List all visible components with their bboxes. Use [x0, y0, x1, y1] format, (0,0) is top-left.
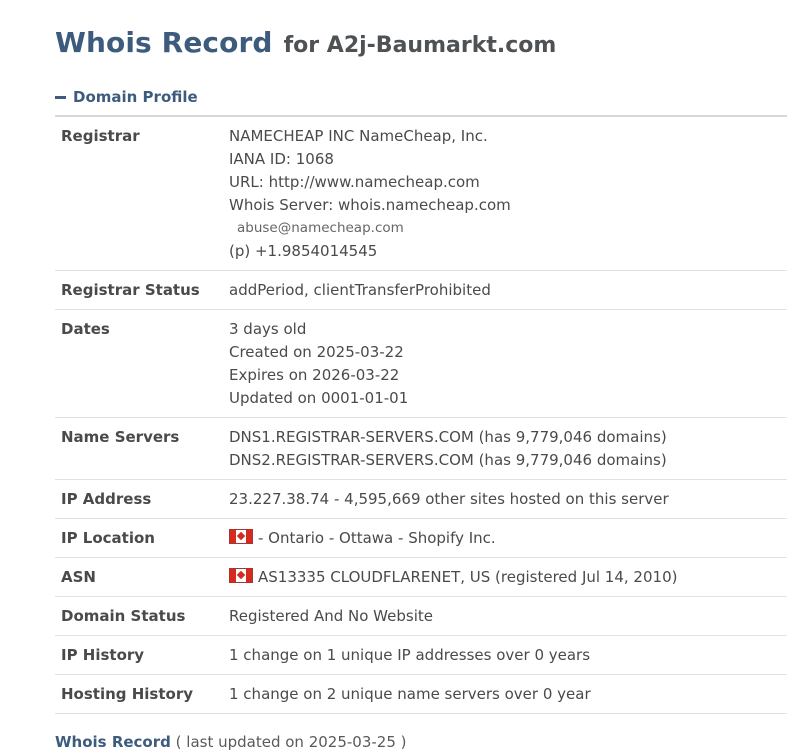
page-subtitle: for A2j-Baumarkt.com: [283, 33, 557, 58]
name-servers-value: DNS1.REGISTRAR-SERVERS.COM (has 9,779,04…: [223, 417, 787, 480]
registrar-phone: (p) +1.9854014545: [229, 242, 378, 260]
expires-date: Expires on 2026-03-22: [229, 366, 400, 384]
registrar-iana: IANA ID: 1068: [229, 150, 334, 168]
page-title: Whois Record: [55, 26, 273, 59]
registrar-name: NAMECHEAP INC NameCheap, Inc.: [229, 127, 488, 145]
ip-address-value: 23.227.38.74 - 4,595,669 other sites hos…: [223, 479, 787, 519]
page-header: Whois Record for A2j-Baumarkt.com: [55, 0, 787, 66]
registrar-status-value: addPeriod, clientTransferProhibited: [223, 270, 787, 310]
whois-record-footer: Whois Record ( last updated on 2025-03-2…: [55, 733, 787, 751]
table-row-asn: ASN AS13335 CLOUDFLARENET, US (registere…: [55, 557, 787, 597]
ip-location-text: - Ontario - Ottawa - Shopify Inc.: [258, 529, 496, 547]
domain-profile-toggle[interactable]: Domain Profile: [55, 88, 787, 106]
registrar-whois-server: Whois Server: whois.namecheap.com: [229, 196, 511, 214]
footer-title: Whois Record: [55, 733, 171, 751]
table-row-name-servers: Name Servers DNS1.REGISTRAR-SERVERS.COM …: [55, 417, 787, 480]
row-label: Registrar Status: [55, 270, 223, 310]
hosting-history-value: 1 change on 2 unique name servers over 0…: [223, 674, 787, 714]
row-label: IP Location: [55, 518, 223, 558]
table-row-ip-history: IP History 1 change on 1 unique IP addre…: [55, 635, 787, 675]
canada-flag-icon: [229, 568, 253, 583]
registrar-value: NAMECHEAP INC NameCheap, Inc. IANA ID: 1…: [223, 116, 787, 271]
dates-value: 3 days old Created on 2025-03-22 Expires…: [223, 309, 787, 418]
asn-text: AS13335 CLOUDFLARENET, US (registered Ju…: [258, 568, 678, 586]
row-label: Name Servers: [55, 417, 223, 480]
row-label: Dates: [55, 309, 223, 418]
table-row-ip-location: IP Location - Ontario - Ottawa - Shopify…: [55, 518, 787, 558]
ip-history-value: 1 change on 1 unique IP addresses over 0…: [223, 635, 787, 675]
table-row-ip-address: IP Address 23.227.38.74 - 4,595,669 othe…: [55, 479, 787, 519]
minus-icon: [55, 96, 66, 99]
row-label: Hosting History: [55, 674, 223, 714]
asn-value: AS13335 CLOUDFLARENET, US (registered Ju…: [223, 557, 787, 597]
name-server-2: DNS2.REGISTRAR-SERVERS.COM (has 9,779,04…: [229, 451, 667, 469]
name-server-1: DNS1.REGISTRAR-SERVERS.COM (has 9,779,04…: [229, 428, 667, 446]
updated-date: Updated on 0001-01-01: [229, 389, 409, 407]
whois-page: Whois Record for A2j-Baumarkt.com Domain…: [0, 0, 787, 751]
table-row-domain-status: Domain Status Registered And No Website: [55, 596, 787, 636]
domain-status-value: Registered And No Website: [223, 596, 787, 636]
registrar-email: abuse@namecheap.com: [237, 220, 404, 236]
ip-location-value: - Ontario - Ottawa - Shopify Inc.: [223, 518, 787, 558]
row-label: IP History: [55, 635, 223, 675]
footer-last-updated: ( last updated on 2025-03-25 ): [175, 733, 407, 751]
row-label: Domain Status: [55, 596, 223, 636]
domain-age: 3 days old: [229, 320, 307, 338]
row-label: ASN: [55, 557, 223, 597]
section-label: Domain Profile: [73, 88, 198, 106]
row-label: Registrar: [55, 116, 223, 271]
table-row-registrar: Registrar NAMECHEAP INC NameCheap, Inc. …: [55, 116, 787, 271]
table-row-dates: Dates 3 days old Created on 2025-03-22 E…: [55, 309, 787, 418]
row-label: IP Address: [55, 479, 223, 519]
created-date: Created on 2025-03-22: [229, 343, 404, 361]
domain-profile-table: Registrar NAMECHEAP INC NameCheap, Inc. …: [55, 115, 787, 714]
registrar-url: URL: http://www.namecheap.com: [229, 173, 480, 191]
table-row-registrar-status: Registrar Status addPeriod, clientTransf…: [55, 270, 787, 310]
table-row-hosting-history: Hosting History 1 change on 2 unique nam…: [55, 674, 787, 714]
canada-flag-icon: [229, 529, 253, 544]
